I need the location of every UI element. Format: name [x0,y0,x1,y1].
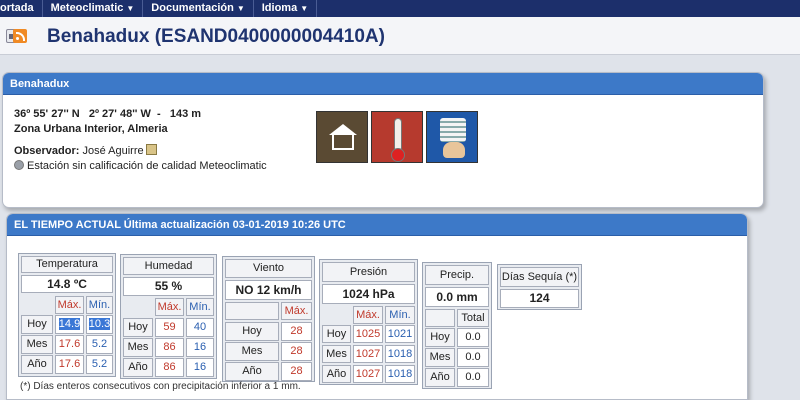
coordinates: 36º 55' 27'' N 2º 27' 48'' W - 143 m [14,108,202,120]
nav-item-idioma[interactable]: Idioma ▼ [254,0,318,17]
humidity-label: Humedad [123,257,214,275]
caret-down-icon: ▼ [126,4,135,13]
caret-down-icon: ▼ [300,4,309,13]
observer: Observador: José Aguirre [14,144,267,159]
latitude: 36º 55' 27'' N [14,108,80,120]
temperature-max-label: Máx. [55,296,84,314]
humidity-row-hoy: Hoy [123,318,153,337]
pressure-max-ano: 1027 [353,365,383,383]
humidity-max-hoy: 59 [155,318,184,337]
temperature-min-mes: 5.2 [86,335,113,354]
temperature-max-ano: 17.6 [55,355,84,374]
observer-label: Observador: [14,145,80,157]
nav-label: Documentación [151,2,234,14]
precip-current: 0.0 mm [425,287,489,307]
wind-row-ano: Año [225,362,279,381]
precip-row-ano: Año [425,368,455,387]
pressure-current: 1024 hPa [322,284,415,304]
altitude: 143 m [169,108,202,120]
temperature-label: Temperatura [21,256,113,273]
nav-label: Idioma [261,2,298,14]
quality-text: Estación sin calificación de calidad Met… [27,160,267,172]
pressure-max-hoy: 1025 [353,325,383,343]
pressure-row-mes: Mes [322,345,351,363]
footnote: (*) Días enteros consecutivos con precip… [20,381,301,392]
pressure-row-hoy: Hoy [322,325,351,343]
humidity-current: 55 % [123,277,214,296]
drought-label: Días Sequía (*) [500,267,579,287]
wind-current: NO 12 km/h [225,280,312,300]
precip-total-ano: 0.0 [457,368,489,387]
zone: Zona Urbana Interior, Almeria [14,123,168,135]
wind-label: Viento [225,259,312,278]
quality-note: Estación sin calificación de calidad Met… [14,159,267,174]
nav-item-documentacion[interactable]: Documentación ▼ [143,0,254,17]
nav-item-meteoclimatic[interactable]: Meteoclimatic ▼ [43,0,144,17]
rss-icon[interactable] [13,29,27,43]
precip-total-mes: 0.0 [457,348,489,367]
temperature-row-ano: Año [21,355,53,374]
precip-empty-header [425,309,455,327]
wind-row-hoy: Hoy [225,322,279,341]
house-icon [316,111,368,163]
temperature-min-hoy: 10.3 [86,315,113,334]
humidity-row-mes: Mes [123,338,153,357]
radiation-shield-icon [426,111,478,163]
wind-max-mes: 28 [281,342,312,361]
wind-max-ano: 28 [281,362,312,381]
temperature-min-label: Mín. [86,296,113,314]
humidity-max-ano: 86 [155,358,184,377]
current-weather-title: EL TIEMPO ACTUAL Última actualización 03… [7,214,747,236]
pressure-max-label: Máx. [353,306,383,324]
temperature-row-mes: Mes [21,335,53,354]
temperature-max-mes: 17.6 [55,335,84,354]
humidity-min-ano: 16 [186,358,214,377]
house-mini-icon [145,144,157,155]
station-info: 36º 55' 27'' N 2º 27' 48'' W - 143 m Zon… [14,107,267,174]
temperature-row-hoy: Hoy [21,315,53,334]
precip-row-mes: Mes [425,348,455,367]
observer-name[interactable]: José Aguirre [82,145,143,157]
pressure-min-label: Mín. [385,306,415,324]
humidity-max-label: Máx. [155,298,184,316]
longitude: 2º 27' 48'' W [88,108,151,120]
pressure-min-mes: 1018 [385,345,415,363]
wind-row-mes: Mes [225,342,279,361]
nav-label: ortada [0,2,34,14]
page-title: Benahadux (ESAND0400000004410A) [47,26,385,47]
page-header: Benahadux (ESAND0400000004410A) [0,17,800,55]
thermometer-icon [371,111,423,163]
station-panel-title: Benahadux [3,73,763,95]
pressure-max-mes: 1027 [353,345,383,363]
nav-item-portada[interactable]: ortada [0,0,43,17]
top-nav: ortada Meteoclimatic ▼ Documentación ▼ Idi… [0,0,800,17]
precip-total-label: Total [457,309,489,327]
wind-empty-header [225,302,279,320]
temperature-current: 14.8 ºC [21,275,113,293]
humidity-min-hoy: 40 [186,318,214,337]
wind-max-label: Máx. [281,302,312,320]
pressure-min-hoy: 1021 [385,325,415,343]
humidity-min-mes: 16 [186,338,214,357]
drought-current: 124 [500,289,579,308]
pressure-min-ano: 1018 [385,365,415,383]
precip-label: Precip. [425,265,489,285]
nav-label: Meteoclimatic [50,2,124,14]
caret-down-icon: ▼ [236,4,245,13]
precip-row-hoy: Hoy [425,328,455,347]
humidity-max-mes: 86 [155,338,184,357]
temperature-min-ano: 5.2 [86,355,113,374]
humidity-min-label: Mín. [186,298,214,316]
temperature-max-hoy: 14.9 [55,315,84,334]
precip-total-hoy: 0.0 [457,328,489,347]
wind-max-hoy: 28 [281,322,312,341]
humidity-row-ano: Año [123,358,153,377]
pressure-row-ano: Año [322,365,351,383]
quality-icon [14,160,24,170]
pressure-label: Presión [322,262,415,282]
